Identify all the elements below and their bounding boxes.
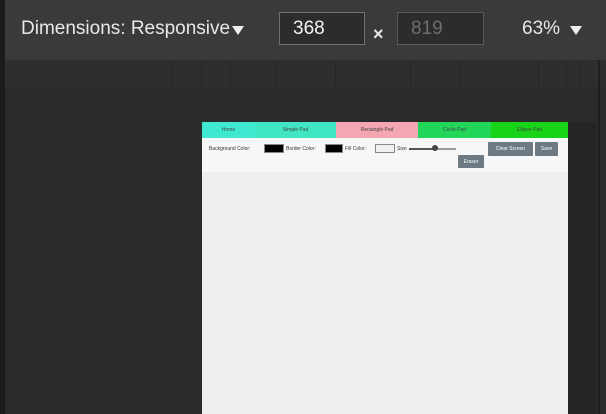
fill-color-label: Fill Color: (345, 146, 367, 152)
media-query-segment[interactable] (335, 60, 336, 87)
size-label: Size (397, 146, 407, 152)
background-color-label: Background Color: (209, 146, 251, 152)
background-color-picker[interactable] (264, 144, 284, 153)
fill-color-picker[interactable] (375, 144, 395, 153)
media-query-segment[interactable] (230, 60, 231, 87)
nav-tab-ellipse-pad[interactable]: Ellipse Pad (491, 122, 568, 138)
media-query-segment[interactable] (275, 60, 276, 87)
media-query-segment[interactable] (566, 60, 567, 87)
resize-handle[interactable] (568, 122, 596, 414)
media-query-segment[interactable] (460, 60, 461, 87)
clear-screen-button[interactable]: Clear Screen (488, 142, 533, 156)
outer-right-border (598, 60, 600, 414)
size-slider-fill (409, 148, 435, 150)
device-toolbar: Dimensions: Responsive 368 × 819 63% (5, 0, 606, 60)
zoom-dropdown-label[interactable]: 63% (522, 18, 560, 40)
border-color-picker[interactable] (325, 144, 343, 153)
height-input[interactable]: 819 (397, 12, 484, 45)
times-symbol: × (373, 24, 384, 44)
media-query-segment[interactable] (580, 60, 581, 87)
app-navbar: Home Simple Pad Rectangle Pad Circle Pad… (202, 122, 568, 138)
nav-tab-circle-pad[interactable]: Circle Pad (418, 122, 491, 138)
save-button[interactable]: Save (535, 142, 558, 156)
dimensions-dropdown-label[interactable]: Dimensions: Responsive (21, 18, 230, 40)
media-query-segment[interactable] (538, 60, 539, 87)
nav-tab-rectangle-pad[interactable]: Rectangle Pad (336, 122, 418, 138)
nav-tab-simple-pad[interactable]: Simple Pad (255, 122, 336, 138)
drawing-canvas[interactable] (202, 172, 568, 414)
media-query-segment[interactable] (172, 60, 173, 87)
chevron-down-icon[interactable] (570, 26, 582, 35)
eraser-button[interactable]: Eraser (458, 155, 484, 168)
size-slider-thumb[interactable] (431, 145, 438, 151)
chevron-down-icon[interactable] (232, 26, 244, 35)
media-query-segment[interactable] (410, 60, 411, 87)
media-query-bar[interactable] (5, 60, 606, 87)
border-color-label: Border Color: (286, 146, 316, 152)
nav-tab-home[interactable]: Home (202, 122, 255, 138)
media-query-segment[interactable] (201, 60, 202, 87)
width-input[interactable]: 368 (279, 12, 365, 45)
